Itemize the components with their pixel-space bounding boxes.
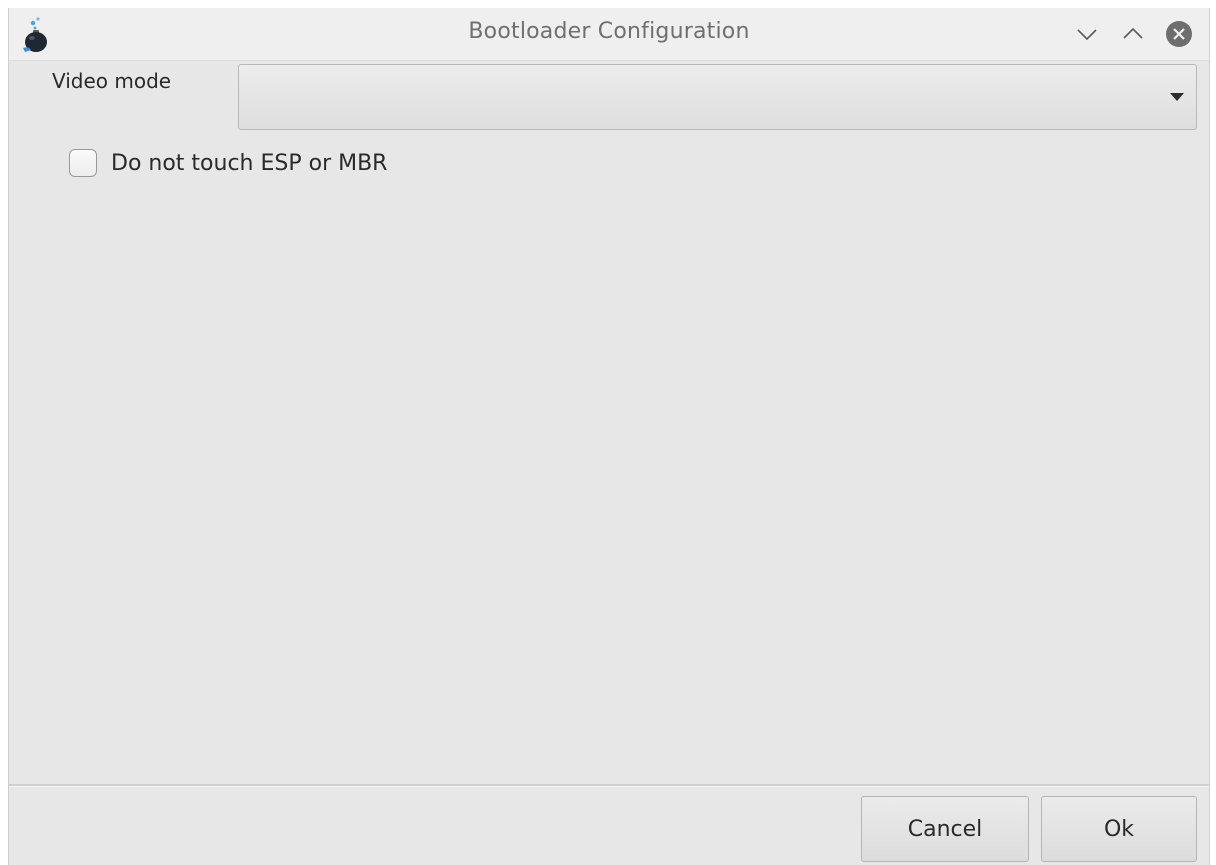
dropdown-arrow-icon xyxy=(1170,93,1184,101)
do-not-touch-esp-mbr-option[interactable]: Do not touch ESP or MBR xyxy=(69,147,387,179)
bootloader-config-window: Bootloader Configuration Video mode Do n… xyxy=(8,8,1210,865)
video-mode-label: Video mode xyxy=(52,69,172,93)
chevron-up-icon[interactable] xyxy=(1119,20,1147,48)
do-not-touch-esp-mbr-label: Do not touch ESP or MBR xyxy=(111,150,388,176)
chevron-down-icon[interactable] xyxy=(1073,20,1101,48)
close-icon[interactable] xyxy=(1165,20,1193,48)
titlebar: Bootloader Configuration xyxy=(9,8,1209,61)
footer-separator xyxy=(9,784,1209,787)
cancel-button[interactable]: Cancel xyxy=(861,796,1029,862)
window-title: Bootloader Configuration xyxy=(468,19,750,44)
ok-button[interactable]: Ok xyxy=(1041,796,1197,862)
video-mode-dropdown[interactable] xyxy=(238,64,1197,130)
do-not-touch-esp-mbr-checkbox[interactable] xyxy=(69,149,97,177)
